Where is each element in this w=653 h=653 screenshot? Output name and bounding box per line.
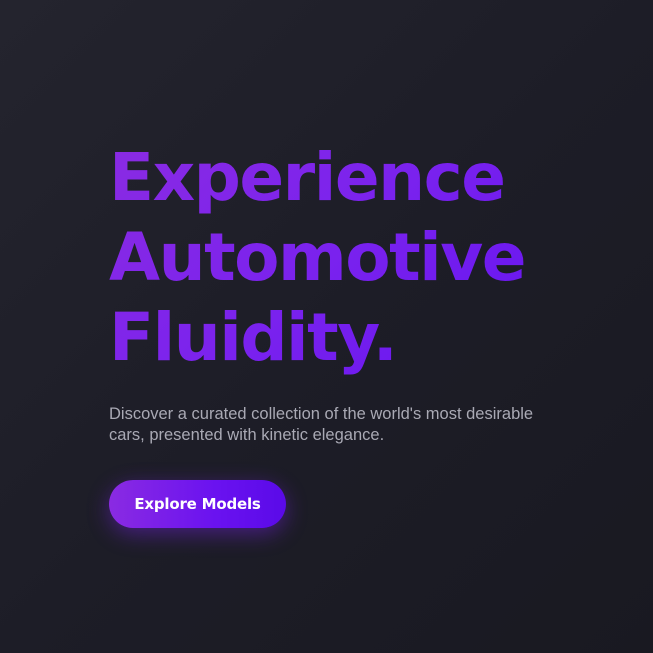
explore-models-button[interactable]: Explore Models [109,480,286,528]
hero-headline: Experience Automotive Fluidity. [109,138,629,378]
headline-line-1: Experience [109,139,505,216]
hero-section: Experience Automotive Fluidity. Discover… [109,138,629,446]
headline-line-3: Fluidity. [109,299,397,376]
hero-subtitle: Discover a curated collection of the wor… [109,405,534,444]
headline-line-2: Automotive [109,219,526,296]
